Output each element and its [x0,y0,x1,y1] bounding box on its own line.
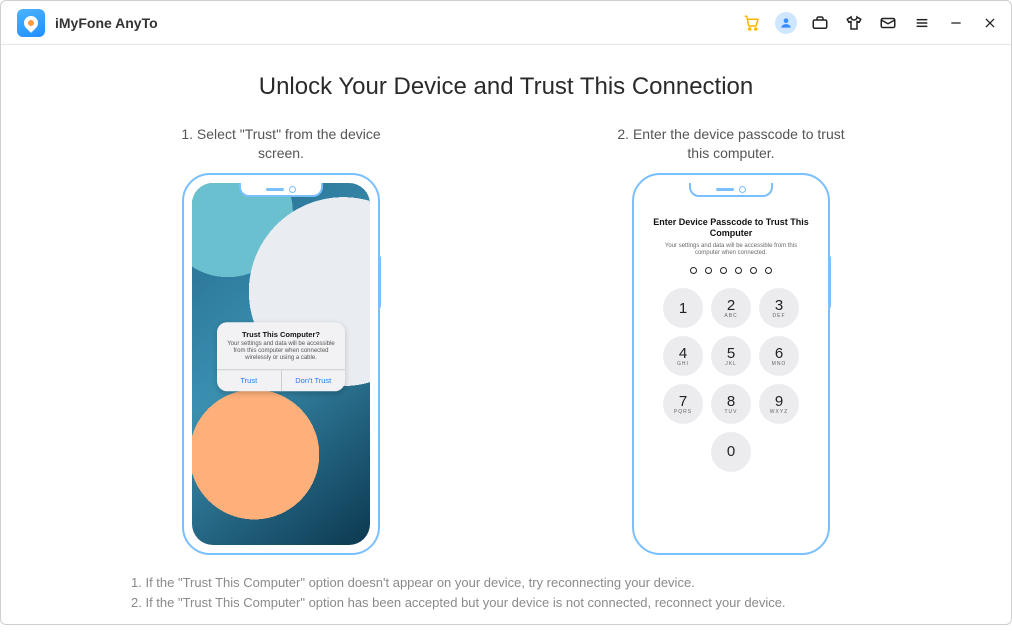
key-3[interactable]: 3DEF [759,288,799,328]
phone-mock-2: Enter Device Passcode to Trust This Comp… [632,173,830,555]
passcode-dot [765,267,772,274]
key-8[interactable]: 8TUV [711,384,751,424]
user-icon[interactable] [775,12,797,34]
key-1[interactable]: 1 [663,288,703,328]
step-1-caption: 1. Select "Trust" from the device screen… [141,125,421,163]
key-2[interactable]: 2ABC [711,288,751,328]
trust-popup-title: Trust This Computer? [217,322,345,341]
passcode-sub: Your settings and data will be accessibl… [642,240,820,257]
phone-notch [689,183,773,197]
mail-icon[interactable] [877,12,899,34]
key-7[interactable]: 7PQRS [663,384,703,424]
phone-screen-2: Enter Device Passcode to Trust This Comp… [642,183,820,545]
app-logo [17,9,45,37]
steps-row: 1. Select "Trust" from the device screen… [31,125,981,555]
passcode-title: Enter Device Passcode to Trust This Comp… [642,217,820,240]
phone-screen-1: Trust This Computer? Your settings and d… [192,183,370,545]
passcode-dot [750,267,757,274]
note-2: 2. If the "Trust This Computer" option h… [131,593,881,613]
minimize-icon[interactable] [945,12,967,34]
titlebar: iMyFone AnyTo [1,1,1011,45]
trust-popup-buttons: Trust Don't Trust [217,370,345,392]
trust-popup: Trust This Computer? Your settings and d… [217,322,345,392]
close-icon[interactable] [979,12,1001,34]
key-5[interactable]: 5JKL [711,336,751,376]
passcode-dot [705,267,712,274]
page-headline: Unlock Your Device and Trust This Connec… [31,73,981,101]
dont-trust-button[interactable]: Don't Trust [281,371,346,392]
key-6[interactable]: 6MNO [759,336,799,376]
briefcase-icon[interactable] [809,12,831,34]
key-9[interactable]: 9WXYZ [759,384,799,424]
footer-notes: 1. If the "Trust This Computer" option d… [131,573,881,612]
note-1: 1. If the "Trust This Computer" option d… [131,573,881,593]
trust-button[interactable]: Trust [217,371,281,392]
content: Unlock Your Device and Trust This Connec… [1,45,1011,632]
titlebar-left: iMyFone AnyTo [17,9,741,37]
step-2-caption: 2. Enter the device passcode to trust th… [591,125,871,163]
passcode-dots [690,267,772,274]
passcode-dot [690,267,697,274]
pin-icon [21,13,41,33]
key-4[interactable]: 4GHI [663,336,703,376]
phone-mock-1: Trust This Computer? Your settings and d… [182,173,380,555]
step-1: 1. Select "Trust" from the device screen… [141,125,421,555]
trust-popup-body: Your settings and data will be accessibl… [217,341,345,370]
passcode-dot [720,267,727,274]
passcode-dot [735,267,742,274]
tshirt-icon[interactable] [843,12,865,34]
cart-icon[interactable] [741,12,763,34]
key-0[interactable]: 0 [711,432,751,472]
app-title: iMyFone AnyTo [55,15,158,31]
keypad: 1 2ABC 3DEF 4GHI 5JKL 6MNO 7PQRS 8TUV 9W… [663,288,799,472]
phone-notch [239,183,323,197]
step-2: 2. Enter the device passcode to trust th… [591,125,871,555]
passcode-screen: Enter Device Passcode to Trust This Comp… [642,183,820,545]
menu-icon[interactable] [911,12,933,34]
titlebar-right [741,12,1001,34]
